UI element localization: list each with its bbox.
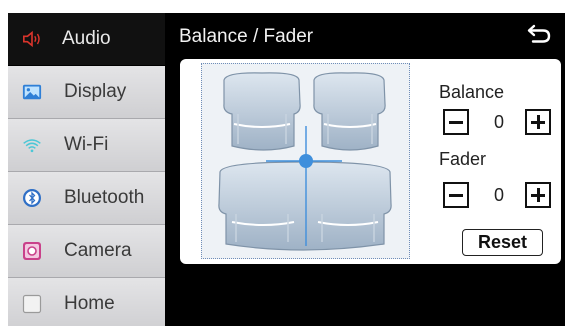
sidebar-item-wifi[interactable]: Wi-Fi: [8, 119, 165, 172]
camera-icon: [22, 241, 42, 261]
reset-button[interactable]: Reset: [462, 229, 543, 256]
minus-icon: [449, 193, 463, 197]
balance-decrease-button[interactable]: [443, 109, 469, 135]
sidebar-item-label: Audio: [62, 28, 111, 49]
sidebar-item-bluetooth[interactable]: Bluetooth: [8, 172, 165, 225]
wifi-icon: [22, 135, 42, 155]
sidebar-item-camera[interactable]: Camera: [8, 225, 165, 278]
speaker-icon: [22, 29, 42, 49]
sidebar: Audio Display Wi-Fi Bluetooth Camera Hom…: [8, 13, 165, 326]
fader-increase-button[interactable]: [525, 182, 551, 208]
sidebar-item-label: Bluetooth: [64, 187, 145, 208]
bluetooth-icon: [22, 188, 42, 208]
minus-icon: [449, 120, 463, 124]
balance-label: Balance: [439, 82, 505, 102]
sidebar-item-audio[interactable]: Audio: [8, 13, 165, 66]
sidebar-item-label: Display: [64, 81, 127, 102]
page-title: Balance / Fader: [179, 26, 314, 47]
balance-increase-button[interactable]: [525, 109, 551, 135]
back-arrow-icon[interactable]: [525, 23, 553, 45]
header-bar: Balance / Fader: [165, 13, 565, 57]
sidebar-item-label: Wi-Fi: [64, 134, 109, 155]
fader-label: Fader: [439, 149, 487, 169]
balance-value: 0: [493, 112, 504, 132]
sidebar-item-label: Camera: [64, 240, 132, 261]
balance-fader-panel: Balance 0 Fader 0 Reset: [180, 59, 561, 264]
app-window: Audio Display Wi-Fi Bluetooth Camera Hom…: [8, 13, 565, 326]
front-left-seat: [223, 72, 301, 151]
fader-decrease-button[interactable]: [443, 182, 469, 208]
home-checkbox-icon: [22, 294, 42, 314]
sidebar-item-home[interactable]: Home: [8, 278, 165, 326]
sidebar-item-display[interactable]: Display: [8, 66, 165, 119]
sidebar-item-label: Home: [64, 293, 115, 314]
car-seats-diagram: [218, 72, 392, 251]
front-right-seat: [313, 72, 386, 151]
rear-bench-seat: [218, 161, 392, 251]
seat-position-pad[interactable]: [201, 63, 410, 259]
image-icon: [22, 82, 42, 102]
fader-value: 0: [493, 185, 504, 205]
